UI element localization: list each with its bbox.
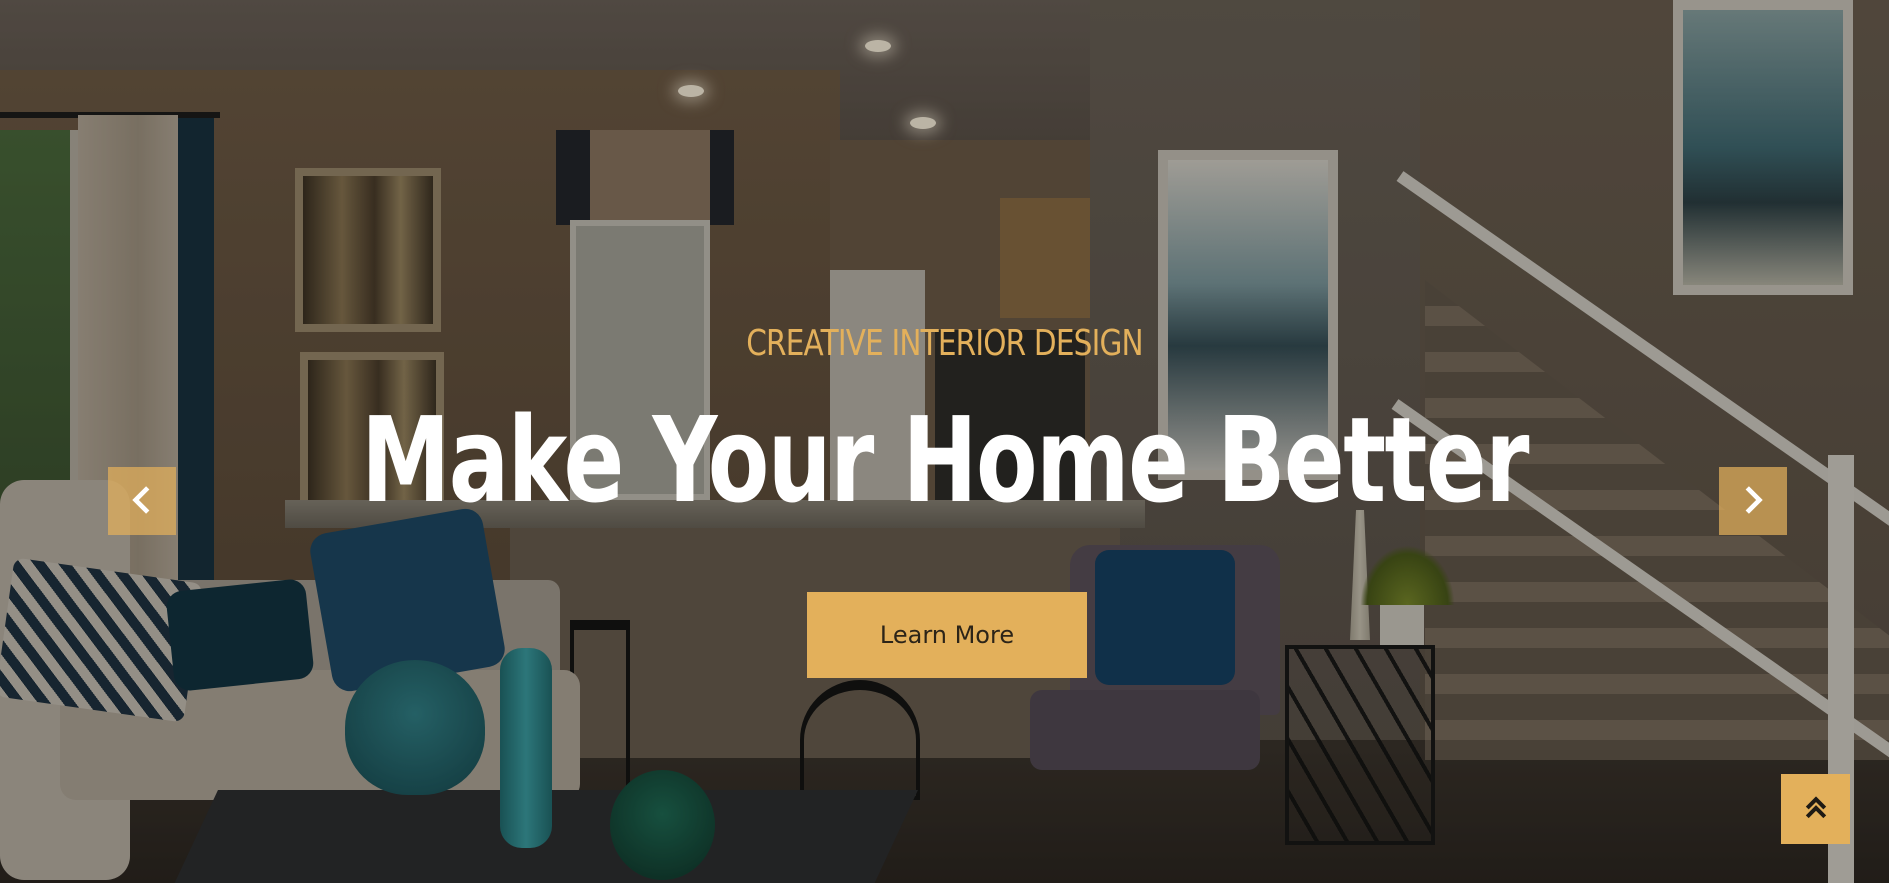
hero-carousel: CREATIVE INTERIOR DESIGN Make Your Home … <box>0 0 1889 883</box>
back-to-top-button[interactable] <box>1781 774 1850 844</box>
double-chevron-up-icon <box>1801 793 1831 826</box>
learn-more-button[interactable]: Learn More <box>807 592 1087 678</box>
chevron-left-icon <box>128 485 156 517</box>
chevron-right-icon <box>1739 485 1767 517</box>
hero-subtitle: CREATIVE INTERIOR DESIGN <box>746 323 1143 364</box>
carousel-next-button[interactable] <box>1719 467 1787 535</box>
carousel-prev-button[interactable] <box>108 467 176 535</box>
hero-title: Make Your Home Better <box>361 391 1529 529</box>
